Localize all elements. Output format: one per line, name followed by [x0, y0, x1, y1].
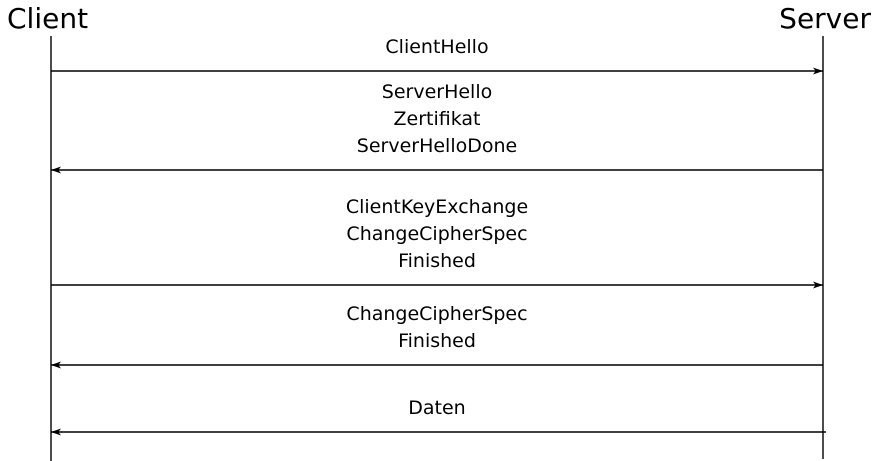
message-text-line: ClientHello: [385, 36, 489, 58]
message-text-line: ServerHelloDone: [356, 135, 518, 157]
message-label-1: ClientHello: [51, 34, 823, 61]
message-label-5: Daten: [51, 395, 823, 422]
message-label-2: ServerHello Zertifikat ServerHelloDone: [51, 79, 823, 160]
message-text-line: ChangeCipherSpec: [346, 223, 528, 245]
message-label-3: ClientKeyExchange ChangeCipherSpec Finishe…: [51, 194, 823, 275]
message-text-line: ClientKeyExchange: [345, 196, 529, 218]
message-text-line: ChangeCipherSpec: [346, 303, 528, 325]
message-label-4: ChangeCipherSpec Finished: [51, 301, 823, 355]
message-text-line: Finished: [398, 330, 476, 352]
message-text-line: Finished: [398, 250, 476, 272]
message-text-line: ServerHello: [381, 81, 493, 103]
message-text-line: Daten: [408, 397, 466, 419]
message-text-line: Zertifikat: [393, 108, 481, 130]
